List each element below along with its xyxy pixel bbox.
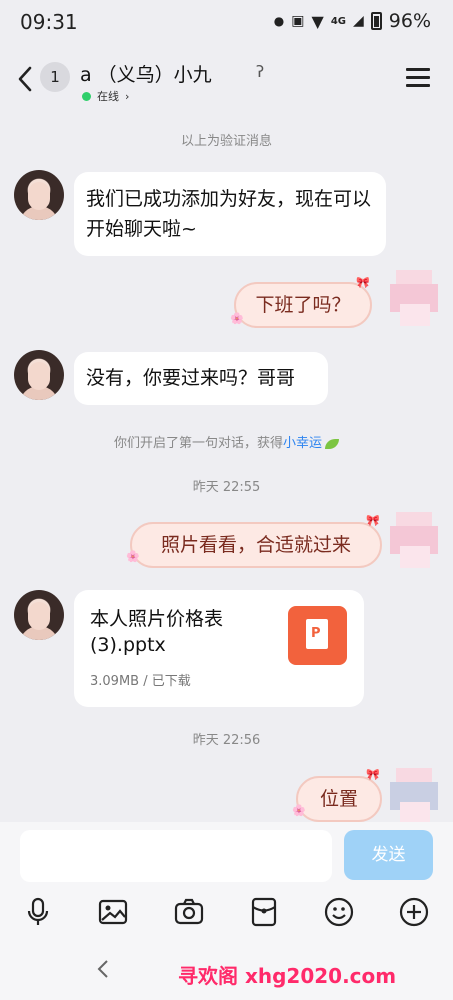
notification-dot-icon: ● [273,14,285,28]
message-bubble-outgoing[interactable]: 照片看看，合适就过来 [130,522,382,568]
decoration-icon: 🌸 [292,804,306,817]
red-packet-icon[interactable] [248,896,280,928]
nfc-icon: ▣ [291,13,305,29]
chevron-right-icon: › [125,89,130,103]
status-bar: 09:31 ● ▣ ▼ 4G ◢ 96% [0,0,453,44]
file-message-card[interactable]: 本人照片价格表(3).pptx 3.09MB / 已下载 P [74,590,364,707]
message-bubble-incoming[interactable]: 没有，你要过来吗？哥哥 [74,352,328,405]
decoration-icon: 🎀 [356,276,370,289]
hint-link[interactable]: 小幸运 [283,436,322,451]
contact-name[interactable]: a （义乌）小九 [80,60,212,87]
message-bubble-outgoing[interactable]: 下班了吗？ [234,282,372,328]
camera-icon[interactable] [173,896,205,928]
system-nav-bar: 寻欢阁 xhg2020.com [0,930,453,1000]
timestamp: 昨天 22:55 [192,480,261,495]
decoration-icon: 🎀 [366,514,380,527]
nav-back-icon[interactable] [96,958,110,980]
status-time: 09:31 [20,10,78,34]
battery-percent: 96% [388,10,431,32]
avatar-self[interactable] [390,512,438,576]
file-meta: 3.09MB / 已下载 [90,674,191,689]
file-icon-letter: P [311,626,321,641]
ear-icon[interactable]: ʔ [256,62,264,81]
wifi-icon: ▼ [311,11,324,31]
emoji-icon[interactable] [323,896,355,928]
pptx-file-icon: P [288,606,347,665]
avatar-self[interactable] [390,768,438,822]
avatar-self[interactable] [390,270,438,334]
online-status[interactable]: 在线 › [82,88,129,104]
signal-icon: ◢ [352,13,364,29]
online-dot-icon [82,91,91,101]
avatar[interactable] [14,350,64,400]
avatar[interactable] [14,170,64,220]
battery-icon [370,12,382,30]
plus-icon[interactable] [398,896,430,928]
status-icons: ● ▣ ▼ 4G ◢ 96% [274,10,431,32]
sprout-icon [325,438,340,449]
decoration-icon: 🎀 [366,768,380,781]
message-bubble-incoming[interactable]: 我们已成功添加为好友，现在可以开始聊天啦~ [74,172,386,256]
unread-badge[interactable]: 1 [40,62,70,92]
message-input[interactable] [20,830,332,882]
decoration-icon: 🌸 [126,550,140,563]
menu-icon[interactable] [406,68,430,88]
message-bubble-outgoing[interactable]: 位置 [296,776,382,822]
hint-text: 你们开启了第一句对话，获得 [113,436,283,451]
online-label: 在线 [97,90,119,103]
avatar[interactable] [14,590,64,640]
decoration-icon: 🌸 [230,312,244,325]
chat-header: 1 a （义乌）小九 ʔ 在线 › [0,48,453,110]
verify-label: 以上为验证消息 [180,134,272,149]
watermark: 寻欢阁 xhg2020.com [178,964,397,988]
timestamp: 昨天 22:56 [192,733,261,748]
network-label: 4G [330,15,346,27]
microphone-icon[interactable] [22,896,54,928]
image-icon[interactable] [97,896,129,928]
send-button[interactable]: 发送 [344,830,433,880]
back-icon[interactable] [14,64,36,94]
file-name: 本人照片价格表(3).pptx [90,608,224,656]
first-chat-hint: 你们开启了第一句对话，获得小幸运 [0,432,453,451]
